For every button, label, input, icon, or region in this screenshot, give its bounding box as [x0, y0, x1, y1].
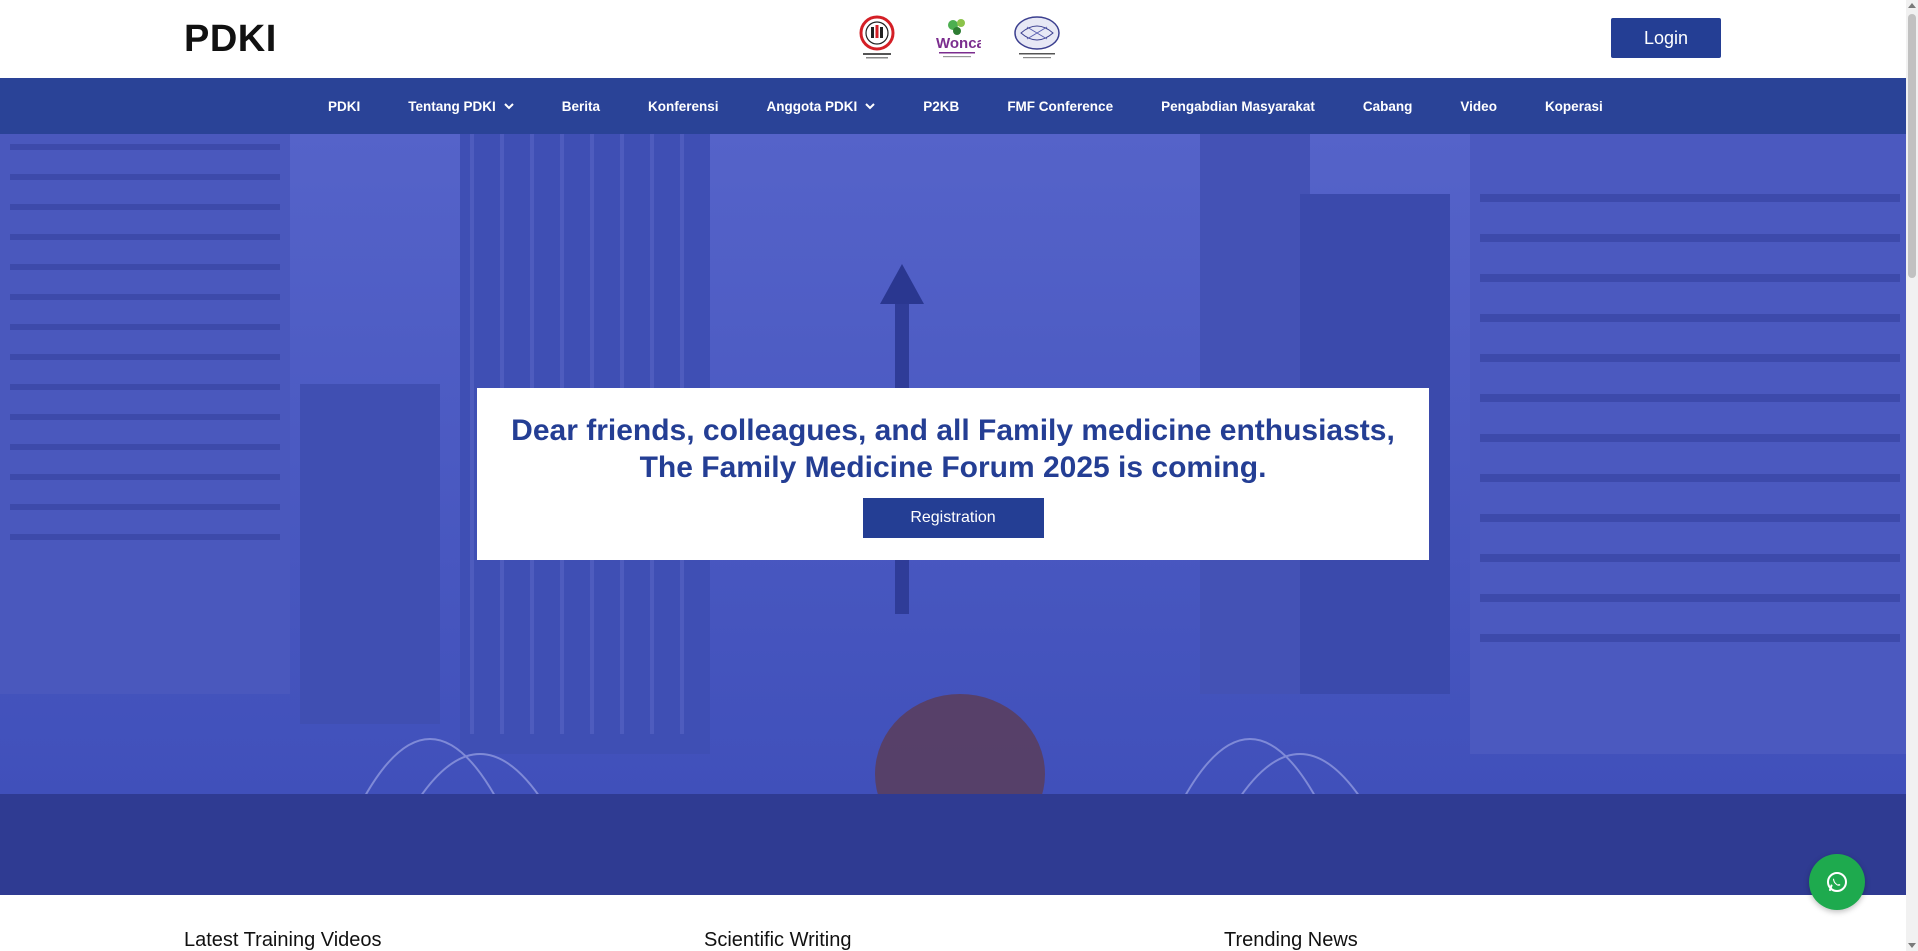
nav-item-label: Pengabdian Masyarakat [1161, 98, 1315, 114]
nav-item-label: Berita [561, 98, 601, 114]
nav-item-label: FMF Conference [1007, 98, 1114, 114]
nav-item-cabang[interactable]: Cabang [1363, 99, 1413, 114]
whatsapp-icon [1827, 872, 1847, 892]
nav-list: PDKI Tentang PDKI Berita Konferensi Angg… [328, 78, 1603, 134]
nav-item-pengabdian-masyarakat[interactable]: Pengabdian Masyarakat [1161, 99, 1315, 114]
nav-item-anggota-pdki[interactable]: Anggota PDKI [767, 99, 876, 114]
nav-item-label: Koperasi [1544, 98, 1603, 114]
nav-item-konferensi[interactable]: Konferensi [648, 99, 719, 114]
scroll-thumb[interactable] [1908, 14, 1916, 278]
chevron-down-icon [504, 103, 514, 110]
nav-item-pdki[interactable]: PDKI [328, 99, 360, 114]
nav-item-label: P2KB [923, 98, 960, 114]
idi-logo[interactable] [852, 14, 902, 62]
whatsapp-button[interactable] [1809, 854, 1865, 910]
nav-item-label: Cabang [1362, 98, 1413, 114]
registration-button[interactable]: Registration [862, 498, 1044, 538]
nav-item-p2kb[interactable]: P2KB [923, 99, 959, 114]
site-brand[interactable]: PDKI [184, 18, 277, 61]
hero-announcement-card: Dear friends, colleagues, and all Family… [477, 388, 1429, 560]
section-title-scientific-writing: Scientific Writing [704, 929, 852, 951]
scroll-down-arrow-icon[interactable] [1908, 943, 1916, 948]
nav-item-video[interactable]: Video [1460, 99, 1497, 114]
site-header: PDKI Wonca Login [0, 0, 1906, 78]
wonca-logo[interactable]: Wonca [932, 14, 982, 62]
partner-logos: Wonca [852, 14, 1062, 62]
nav-item-fmf-conference[interactable]: FMF Conference [1007, 99, 1113, 114]
nav-item-koperasi[interactable]: Koperasi [1545, 99, 1603, 114]
hero-title: Dear friends, colleagues, and all Family… [511, 414, 1395, 484]
main-nav: PDKI Tentang PDKI Berita Konferensi Angg… [0, 78, 1906, 134]
nav-item-label: Video [1460, 98, 1497, 114]
nav-item-label: Anggota PDKI [766, 98, 858, 114]
section-title-trending-news: Trending News [1224, 929, 1358, 951]
login-button[interactable]: Login [1611, 18, 1721, 58]
content-sections: Latest Training Videos Scientific Writin… [0, 895, 1906, 951]
section-title-training-videos: Latest Training Videos [184, 929, 382, 951]
page-scrollbar[interactable] [1906, 0, 1918, 951]
nav-item-label: Konferensi [648, 98, 719, 114]
nav-item-label: Tentang PDKI [408, 98, 496, 114]
chevron-down-icon [865, 103, 876, 110]
svg-text:Wonca: Wonca [936, 35, 981, 52]
scroll-up-arrow-icon[interactable] [1908, 3, 1916, 8]
hero-banner: Dear friends, colleagues, and all Family… [0, 134, 1906, 895]
family-physicians-logo[interactable] [1012, 14, 1062, 62]
nav-item-berita[interactable]: Berita [562, 99, 600, 114]
nav-item-tentang-pdki[interactable]: Tentang PDKI [408, 99, 514, 114]
nav-item-label: PDKI [328, 98, 361, 114]
